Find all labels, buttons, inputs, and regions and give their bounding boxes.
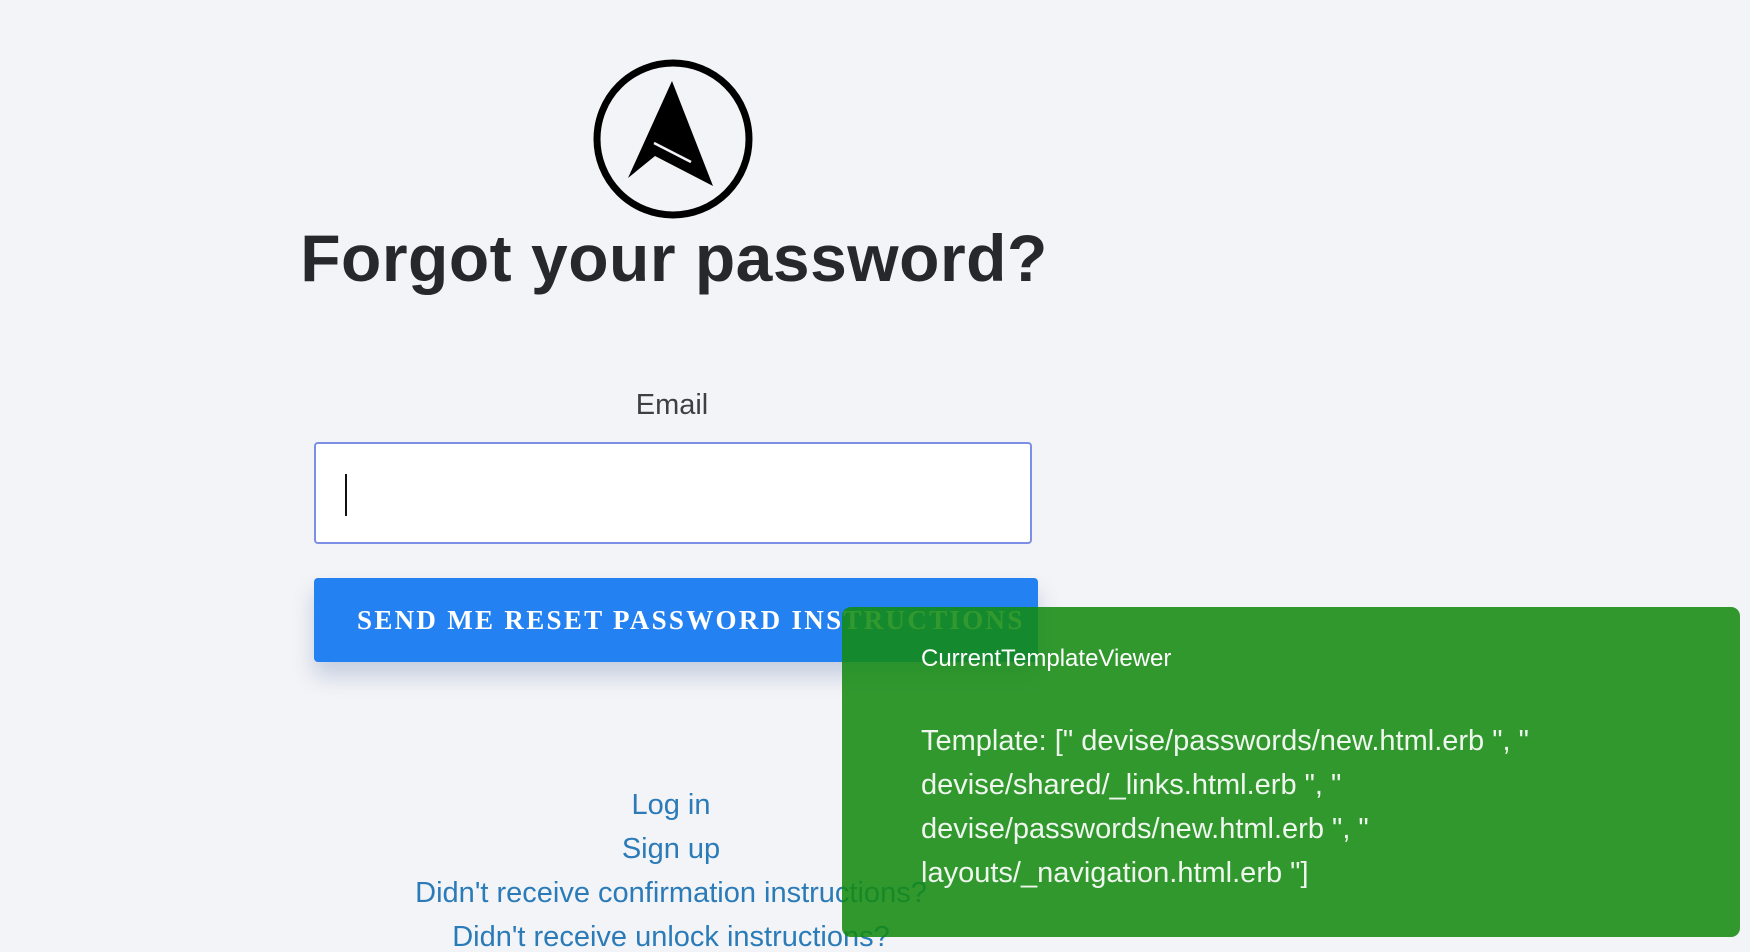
page-title: Forgot your password? <box>300 221 1048 295</box>
app-logo <box>592 58 754 220</box>
template-viewer-panel: CurrentTemplateViewer Template: [" devis… <box>842 607 1740 937</box>
navigation-arrow-icon <box>593 59 753 219</box>
template-viewer-title: CurrentTemplateViewer <box>921 645 1172 672</box>
email-field[interactable] <box>314 442 1032 544</box>
text-cursor <box>345 474 347 516</box>
forgot-password-page: Forgot your password? Email SEND ME RESE… <box>0 0 1750 952</box>
email-label: Email <box>635 389 709 421</box>
template-list: Template: [" devise/passwords/new.html.e… <box>921 725 1529 889</box>
